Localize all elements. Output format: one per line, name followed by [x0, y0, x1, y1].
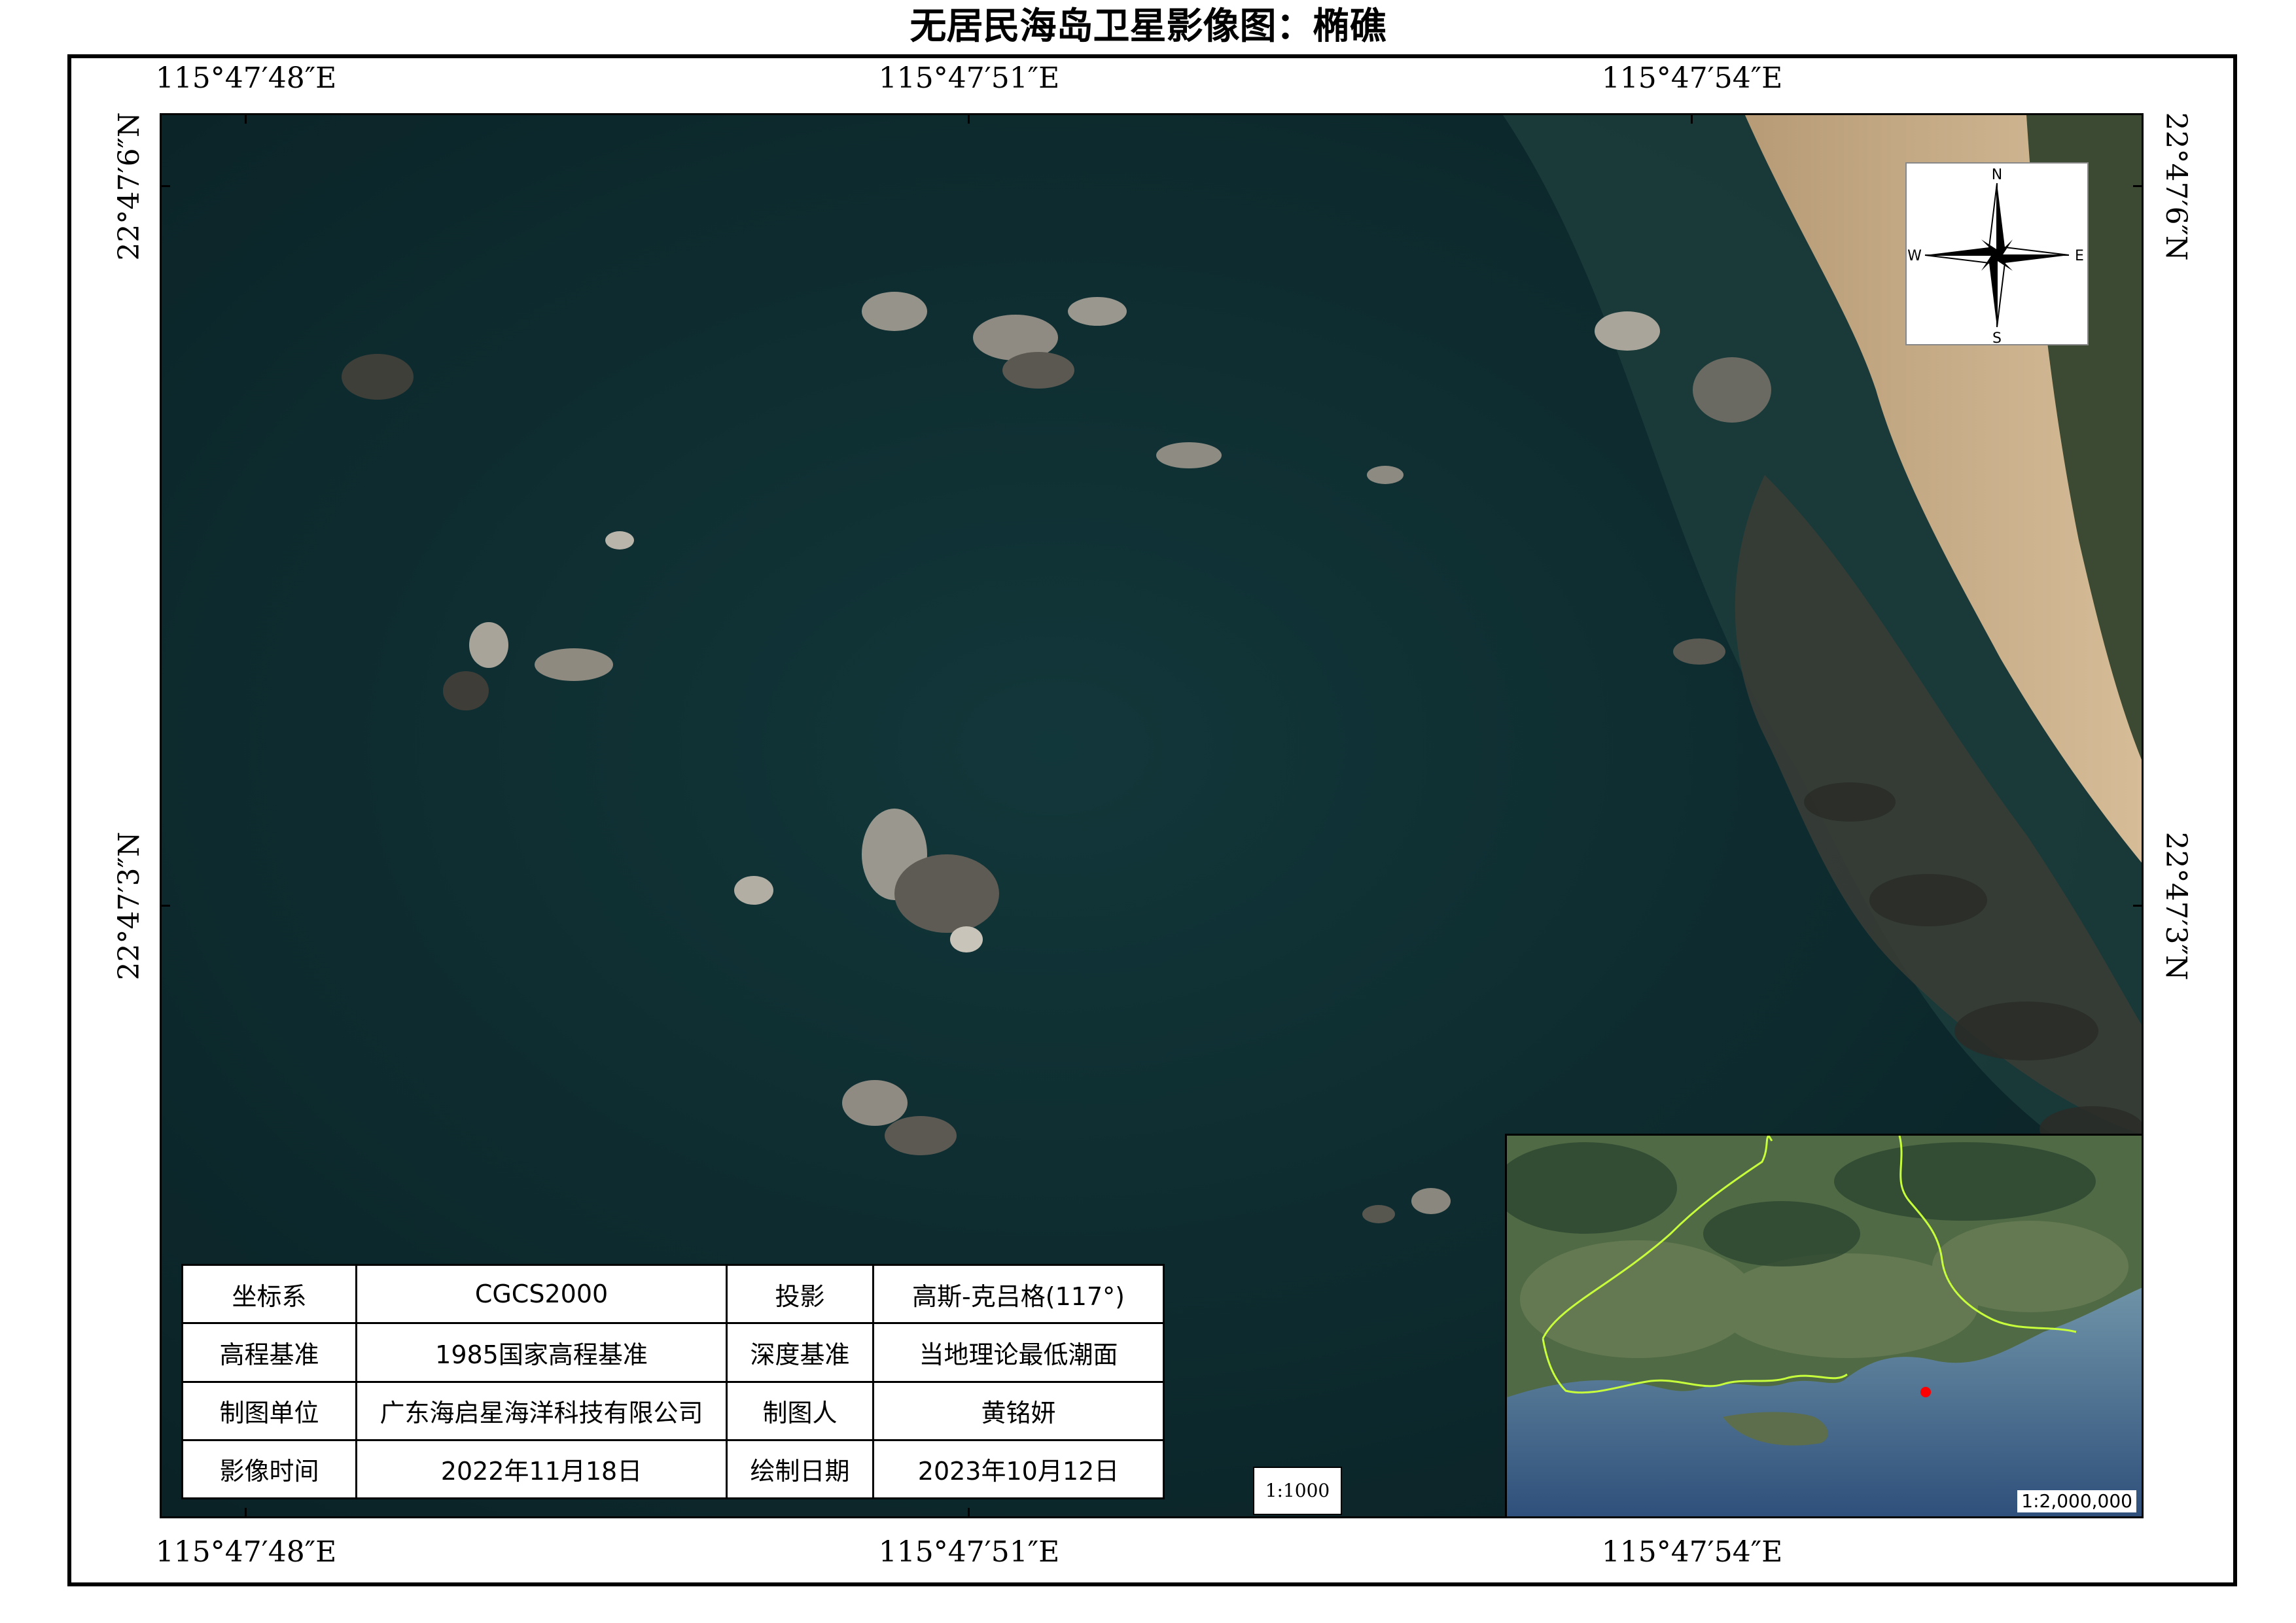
tick-bottom-2 [968, 1508, 970, 1518]
lon-label-top-3: 115°47′54″E [1601, 61, 1783, 95]
table-value: 高斯-克吕格(117°) [872, 1263, 1165, 1325]
tick-top-3 [1691, 113, 1693, 124]
compass-south-label: S [1992, 330, 2002, 344]
tick-top-1 [245, 113, 247, 124]
tick-left-2 [160, 905, 170, 907]
lon-label-bottom-3: 115°47′54″E [1601, 1535, 1783, 1569]
lon-label-top-2: 115°47′51″E [878, 61, 1060, 95]
table-label: 影像时间 [181, 1439, 357, 1500]
compass-east-label: E [2075, 248, 2084, 264]
table-label: 坐标系 [181, 1263, 357, 1325]
table-label: 高程基准 [181, 1322, 357, 1383]
table-label: 绘制日期 [726, 1439, 874, 1500]
table-label: 制图单位 [181, 1380, 357, 1441]
compass-rose-icon: N S E W [1905, 162, 2089, 347]
table-value: 广东海启星海洋科技有限公司 [355, 1380, 728, 1441]
table-value: 当地理论最低潮面 [872, 1322, 1165, 1383]
inset-location-map[interactable]: 1:2,000,000 [1505, 1134, 2144, 1518]
tick-top-2 [968, 113, 970, 124]
table-value: 2022年11月18日 [355, 1439, 728, 1500]
lat-label-left-1: 22°47′6″N [113, 112, 146, 261]
lon-label-top-1: 115°47′48″E [155, 61, 337, 95]
table-value: 1985国家高程基准 [355, 1322, 728, 1383]
table-value: 黄铭妍 [872, 1380, 1165, 1441]
table-row: 高程基准 1985国家高程基准 深度基准 当地理论最低潮面 [181, 1322, 1165, 1383]
tick-left-1 [160, 185, 170, 187]
inset-map-drawing [1507, 1136, 2142, 1516]
table-row: 制图单位 广东海启星海洋科技有限公司 制图人 黄铭妍 [181, 1380, 1165, 1441]
lat-label-right-2: 22°47′3″N [2159, 831, 2193, 981]
table-row: 影像时间 2022年11月18日 绘制日期 2023年10月12日 [181, 1439, 1165, 1500]
compass-north-label: N [1992, 167, 2002, 183]
table-label: 制图人 [726, 1380, 874, 1441]
table-label: 深度基准 [726, 1322, 874, 1383]
compass-west-label: W [1907, 248, 1922, 264]
lat-label-left-2: 22°47′3″N [113, 831, 146, 981]
lon-label-bottom-2: 115°47′51″E [878, 1535, 1060, 1569]
table-row: 坐标系 CGCS2000 投影 高斯-克吕格(117°) [181, 1263, 1165, 1325]
map-title: 无居民海岛卫星影像图：椭礁 [910, 5, 1386, 48]
tick-bottom-1 [245, 1508, 247, 1518]
table-value: 2023年10月12日 [872, 1439, 1165, 1500]
tick-right-2 [2133, 905, 2144, 907]
lon-label-bottom-1: 115°47′48″E [155, 1535, 337, 1569]
tick-right-1 [2133, 185, 2144, 187]
lat-label-right-1: 22°47′6″N [2159, 112, 2193, 261]
table-value: CGCS2000 [355, 1263, 728, 1325]
map-info-table: 坐标系 CGCS2000 投影 高斯-克吕格(117°) 高程基准 1985国家… [181, 1263, 1165, 1500]
table-label: 投影 [726, 1263, 874, 1325]
map-scale: 1:1000 [1253, 1467, 1342, 1515]
island-location-marker [1920, 1387, 1931, 1397]
inset-scale: 1:2,000,000 [2017, 1490, 2136, 1512]
